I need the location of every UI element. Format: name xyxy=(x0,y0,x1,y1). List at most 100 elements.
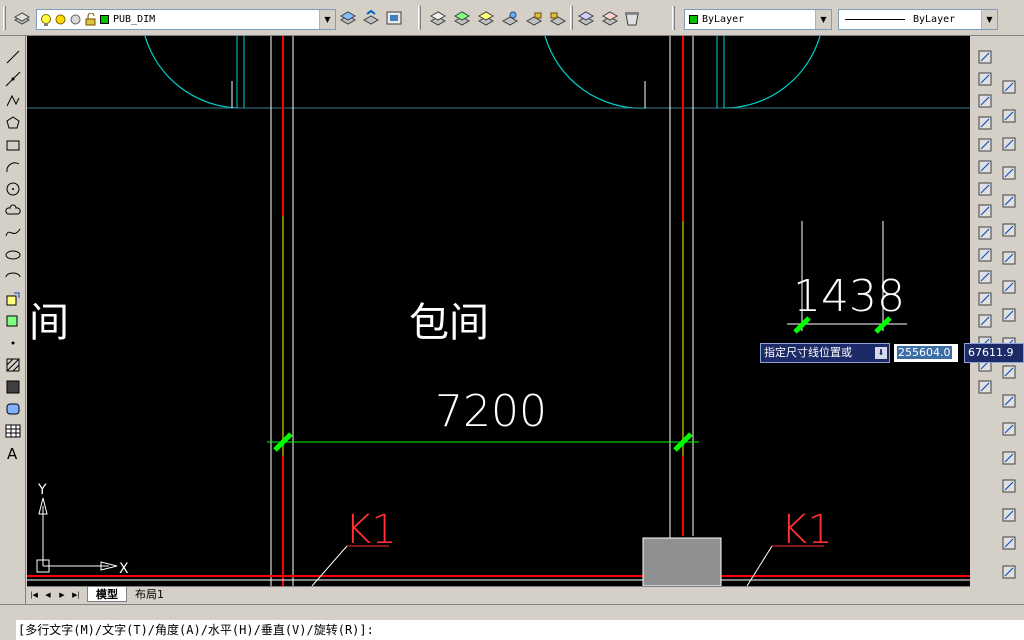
layer-states-icon[interactable] xyxy=(384,8,404,28)
break-icon[interactable] xyxy=(976,290,994,308)
trim-icon[interactable] xyxy=(976,246,994,264)
region-icon[interactable] xyxy=(4,400,22,418)
construction-line-icon[interactable] xyxy=(4,70,22,88)
offset-icon[interactable] xyxy=(976,114,994,132)
draw-toolbar: A xyxy=(0,36,26,604)
chevron-down-icon[interactable]: ▼ xyxy=(319,10,335,29)
layer-name: PUB_DIM xyxy=(113,14,156,25)
color-control-dropdown[interactable]: ByLayer ▼ xyxy=(684,9,832,30)
dynamic-input-y-value: 67611.9 xyxy=(968,346,1014,359)
tab-model[interactable]: 模型 xyxy=(87,587,127,602)
first-tab-icon[interactable]: |◀ xyxy=(29,588,39,601)
tolerance-icon[interactable] xyxy=(1000,420,1018,438)
gradient-icon[interactable] xyxy=(4,378,22,396)
angular-icon[interactable] xyxy=(1000,278,1018,296)
next-tab-icon[interactable]: ▶ xyxy=(57,588,67,601)
dim-edit-icon[interactable] xyxy=(1000,477,1018,495)
quick-leader-icon[interactable] xyxy=(1000,392,1018,410)
radius-icon[interactable] xyxy=(1000,192,1018,210)
layer-unlock-icon[interactable] xyxy=(548,8,568,28)
label-k1: K1 xyxy=(345,507,397,553)
ellipse-arc-icon[interactable] xyxy=(4,268,22,286)
lightbulb-icon[interactable] xyxy=(40,13,52,27)
unlock-icon[interactable] xyxy=(84,13,97,26)
erase-icon[interactable] xyxy=(976,48,994,66)
layer-control-dropdown[interactable]: PUB_DIM ▼ xyxy=(36,9,336,30)
label-k1: K1 xyxy=(781,507,833,553)
toolbar-grip[interactable] xyxy=(570,6,573,30)
layer-delete-icon[interactable] xyxy=(622,8,642,28)
stretch-icon[interactable] xyxy=(976,224,994,242)
tab-layout1[interactable]: 布局1 xyxy=(127,587,172,602)
dimension-text-main: 7200 xyxy=(435,386,547,437)
diameter-icon[interactable] xyxy=(1000,249,1018,267)
linetype-control-dropdown[interactable]: ByLayer ▼ xyxy=(838,9,998,30)
command-line[interactable]: [多行文字(M)/文字(T)/角度(A)/水平(H)/垂直(V)/旋转(R)]: xyxy=(16,620,1024,640)
explode-icon[interactable] xyxy=(976,378,994,396)
make-layer-current-icon[interactable] xyxy=(338,8,358,28)
color-value: ByLayer xyxy=(702,14,745,25)
ordinate-icon[interactable] xyxy=(1000,164,1018,182)
dynamic-input-x-field[interactable]: 255604.0 xyxy=(893,343,959,363)
continue-icon[interactable] xyxy=(1000,363,1018,381)
multiline-text-icon[interactable]: A xyxy=(4,444,22,462)
join-icon[interactable] xyxy=(976,312,994,330)
insert-block-icon[interactable] xyxy=(4,290,22,308)
dynamic-input-prompt: 指定尺寸线位置或 ⬇ xyxy=(760,343,890,363)
quick-dim-icon[interactable] xyxy=(1000,306,1018,324)
linear-dim-icon[interactable] xyxy=(1000,78,1018,96)
arc-icon[interactable] xyxy=(4,158,22,176)
jogged-icon[interactable] xyxy=(1000,221,1018,239)
revision-cloud-icon[interactable] xyxy=(4,202,22,220)
array-icon[interactable] xyxy=(976,136,994,154)
circle-icon[interactable] xyxy=(4,180,22,198)
layer-off-icon[interactable] xyxy=(476,8,496,28)
polyline-icon[interactable] xyxy=(4,92,22,110)
modify-dimension-toolbars xyxy=(970,36,1024,604)
toolbar-grip[interactable] xyxy=(418,6,421,30)
copy-icon[interactable] xyxy=(976,70,994,88)
layer-isolate-icon[interactable] xyxy=(428,8,448,28)
layer-unisolate-icon[interactable] xyxy=(452,8,472,28)
table-icon[interactable] xyxy=(4,422,22,440)
aligned-dim-icon[interactable] xyxy=(1000,107,1018,125)
move-icon[interactable] xyxy=(976,158,994,176)
ellipse-icon[interactable] xyxy=(4,246,22,264)
center-mark-icon[interactable] xyxy=(1000,449,1018,467)
dim-update-icon[interactable] xyxy=(1000,534,1018,552)
chevron-down-icon[interactable]: ▼ xyxy=(815,10,831,29)
scale-icon[interactable] xyxy=(976,202,994,220)
dim-text-edit-icon[interactable] xyxy=(1000,506,1018,524)
mirror-icon[interactable] xyxy=(976,92,994,110)
layer-walk-icon[interactable] xyxy=(600,8,620,28)
dynamic-input-y-field[interactable]: 67611.9 xyxy=(964,343,1024,363)
prev-tab-icon[interactable]: ◀ xyxy=(43,588,53,601)
drawing-svg: 间 包间 7200 1438 K1 K1 Y X xyxy=(27,36,970,586)
drawing-canvas[interactable]: 间 包间 7200 1438 K1 K1 Y X xyxy=(27,36,970,586)
point-icon[interactable] xyxy=(4,334,22,352)
layer-freeze-icon[interactable] xyxy=(500,8,520,28)
polygon-icon[interactable] xyxy=(4,114,22,132)
make-block-icon[interactable] xyxy=(4,312,22,330)
line-icon[interactable] xyxy=(4,48,22,66)
sun-icon[interactable] xyxy=(54,13,67,26)
color-swatch xyxy=(689,15,698,24)
rotate-icon[interactable] xyxy=(976,180,994,198)
spline-icon[interactable] xyxy=(4,224,22,242)
arrow-down-icon[interactable]: ⬇ xyxy=(875,347,887,359)
arc-length-icon[interactable] xyxy=(1000,135,1018,153)
toolbar-grip[interactable] xyxy=(672,6,675,30)
rectangle-icon[interactable] xyxy=(4,136,22,154)
layer-previous-icon[interactable] xyxy=(361,8,381,28)
toolbar-grip[interactable] xyxy=(3,6,6,30)
last-tab-icon[interactable]: ▶| xyxy=(71,588,81,601)
dim-style-icon[interactable] xyxy=(1000,563,1018,581)
layer-manager-icon[interactable] xyxy=(12,8,32,28)
chevron-down-icon[interactable]: ▼ xyxy=(981,10,997,29)
freeze-viewport-icon[interactable] xyxy=(69,13,82,26)
dynamic-input-prompt-text: 指定尺寸线位置或 xyxy=(764,346,852,359)
layer-lock-icon[interactable] xyxy=(524,8,544,28)
layer-merge-icon[interactable] xyxy=(576,8,596,28)
hatch-icon[interactable] xyxy=(4,356,22,374)
extend-icon[interactable] xyxy=(976,268,994,286)
